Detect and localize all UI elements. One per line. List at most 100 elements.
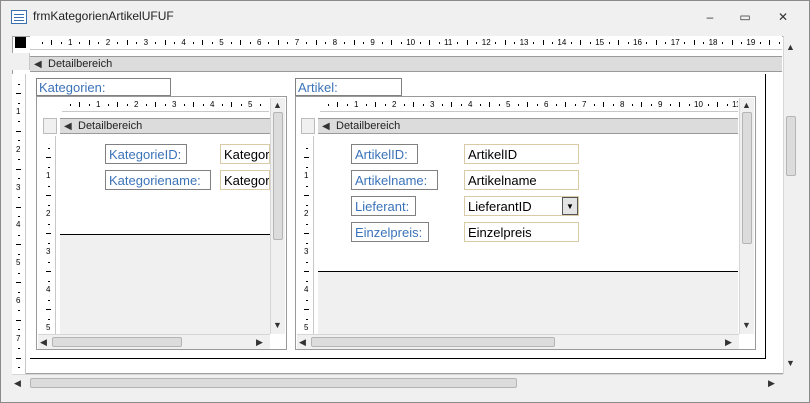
ruler-number: 2 (46, 209, 51, 218)
kategorien-section-selector[interactable] (43, 118, 57, 134)
ruler-tick (665, 42, 667, 44)
ruler-number: 12 (481, 38, 491, 47)
ruler-tick (669, 104, 671, 106)
artikel-ruler: 1 2 3 4 5 6 7 8 9 10 11 (320, 98, 738, 112)
ruler-tick (240, 104, 242, 106)
section-selector[interactable] (12, 53, 30, 70)
ruler-tick (46, 157, 51, 158)
ruler-tick (18, 234, 20, 236)
scroll-thumb[interactable] (273, 112, 283, 240)
scroll-up-icon[interactable]: ▲ (786, 42, 795, 52)
ruler-number: 1 (68, 38, 73, 47)
artikelid-label[interactable]: ArtikelID: (351, 144, 418, 164)
scroll-right-icon[interactable]: ▶ (768, 378, 775, 389)
close-button[interactable]: ✕ (770, 8, 796, 26)
ruler-tick (48, 242, 50, 244)
ruler-number: 15 (595, 38, 605, 47)
ruler-number: 6 (257, 38, 262, 47)
einzelpreis-label[interactable]: Einzelpreis: (351, 222, 429, 242)
form-selector[interactable] (15, 37, 26, 48)
einzelpreis-textbox[interactable]: Einzelpreis (464, 222, 579, 242)
ruler-tick (533, 42, 535, 44)
kategorieid-label[interactable]: KategorieID: (105, 144, 187, 164)
ruler-tick (593, 104, 595, 106)
ruler-tick (306, 166, 308, 168)
ruler-tick (337, 102, 338, 107)
ruler-number: 3 (430, 100, 435, 109)
main-vertical-scrollbar[interactable]: ▲ ▼ (783, 36, 797, 374)
section-toggle-icon[interactable]: ◀ (322, 121, 330, 132)
ruler-tick (18, 215, 20, 217)
section-toggle-icon[interactable]: ◀ (34, 59, 42, 70)
restore-button[interactable]: ▭ (732, 8, 758, 26)
ruler-tick (618, 40, 620, 45)
artikel-caption[interactable]: Artikel: (295, 78, 402, 96)
ruler-number: 17 (670, 38, 680, 47)
ruler-tick (18, 140, 20, 142)
ruler-tick (16, 244, 21, 246)
lieferant-label[interactable]: Lieferant: (351, 196, 416, 216)
dropdown-arrow-icon[interactable]: ▼ (562, 197, 578, 215)
ruler-tick (514, 42, 516, 44)
kategorien-ruler: 1 2 3 4 5 (62, 98, 269, 112)
ruler-tick (759, 42, 761, 44)
ruler-tick (542, 40, 544, 45)
ruler-tick (18, 102, 20, 104)
scroll-thumb[interactable] (742, 112, 752, 244)
scroll-down-icon[interactable]: ▼ (742, 320, 751, 330)
ruler-tick (202, 104, 204, 106)
scroll-left-icon[interactable]: ◀ (14, 378, 21, 389)
artikel-vertical-scrollbar[interactable]: ▲ ▼ (739, 98, 754, 334)
kategorien-caption[interactable]: Kategorien: (36, 78, 171, 96)
ruler-number: 1 (96, 100, 101, 109)
scroll-down-icon[interactable]: ▼ (786, 358, 795, 368)
ruler-tick (306, 261, 308, 263)
ruler-tick (627, 42, 629, 44)
kategoriename-label[interactable]: Kategoriename: (105, 170, 211, 190)
scroll-left-icon[interactable]: ◀ (40, 337, 47, 348)
kategorien-horizontal-scrollbar[interactable]: ◀ ▶ (38, 334, 270, 349)
ruler-tick (16, 206, 21, 208)
ruler-number: 5 (304, 323, 309, 332)
kategorien-vertical-scrollbar[interactable]: ▲ ▼ (270, 98, 285, 334)
scroll-up-icon[interactable]: ▲ (273, 100, 282, 110)
ruler-tick (192, 42, 194, 44)
ruler-tick (48, 280, 50, 282)
ruler-tick (48, 147, 50, 149)
ruler-tick (16, 319, 21, 321)
section-label: Detailbereich (48, 58, 113, 70)
detail-right-edge (765, 74, 766, 359)
kategoriename-textbox[interactable]: Kategor (220, 170, 270, 190)
scroll-thumb[interactable] (311, 337, 555, 347)
scroll-right-icon[interactable]: ▶ (256, 337, 263, 348)
minimize-button[interactable]: – (697, 8, 723, 26)
ruler-tick (495, 42, 497, 44)
artikel-section-selector[interactable] (301, 118, 315, 134)
ruler-tick (202, 40, 204, 45)
scroll-down-icon[interactable]: ▼ (273, 320, 282, 330)
ruler-number: 13 (519, 38, 529, 47)
section-toggle-icon[interactable]: ◀ (64, 121, 72, 132)
scroll-right-icon[interactable]: ▶ (725, 337, 732, 348)
ruler-tick (731, 40, 733, 45)
ruler-tick (16, 168, 21, 170)
ruler-number: 4 (46, 285, 51, 294)
artikelname-textbox[interactable]: Artikelname (464, 170, 579, 190)
ruler-tick (46, 233, 51, 234)
kategorieid-textbox[interactable]: Kategor (220, 144, 270, 164)
ruler-tick (18, 253, 20, 255)
scroll-left-icon[interactable]: ◀ (299, 337, 306, 348)
artikel-horizontal-scrollbar[interactable]: ◀ ▶ (297, 334, 739, 349)
ruler-tick (344, 42, 346, 44)
artikelid-textbox[interactable]: ArtikelID (464, 144, 579, 164)
kategorien-empty-area (60, 235, 270, 334)
ruler-number: 6 (544, 100, 549, 109)
ruler-tick (646, 42, 648, 44)
ruler-tick (655, 40, 657, 45)
scroll-thumb[interactable] (52, 337, 182, 347)
main-horizontal-scrollbar[interactable]: ◀ ▶ (12, 374, 783, 390)
scroll-thumb[interactable] (786, 116, 796, 176)
artikelname-label[interactable]: Artikelname: (351, 170, 438, 190)
scroll-up-icon[interactable]: ▲ (742, 100, 751, 110)
scroll-thumb[interactable] (30, 378, 517, 388)
